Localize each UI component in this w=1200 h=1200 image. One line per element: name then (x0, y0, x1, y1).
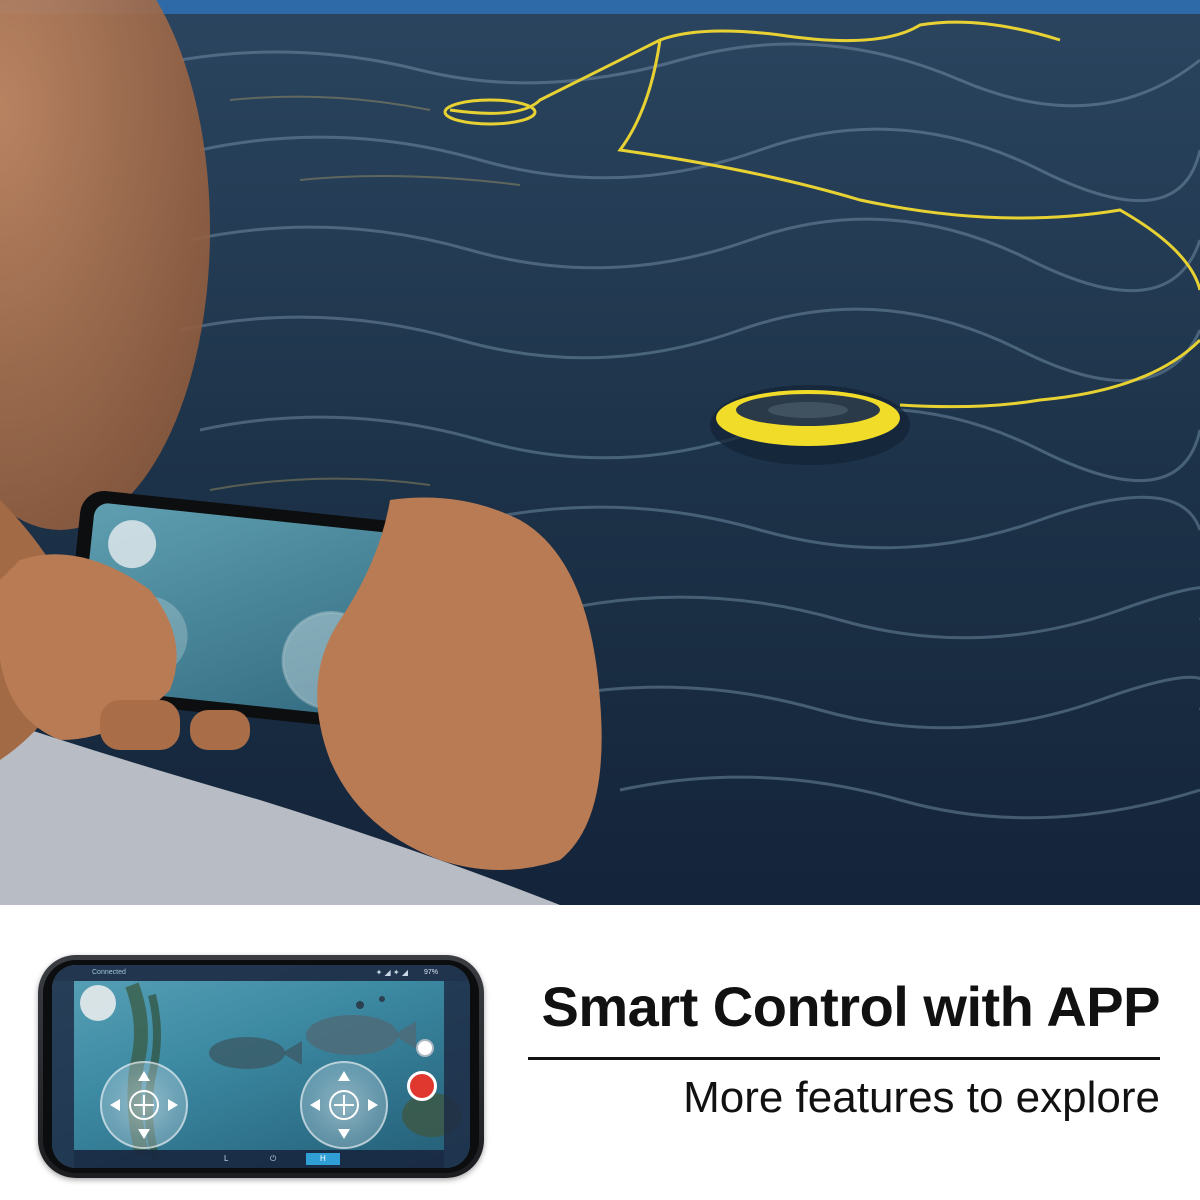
signal-icons: ✦ ◢ ✦ ◢ (375, 968, 408, 977)
app-screen: Connected ✦ ◢ ✦ ◢ 97% L ⏻ H (52, 965, 470, 1168)
hero-illustration (0, 0, 1200, 905)
product-banner: Connected ✦ ◢ ✦ ◢ 97% L ⏻ H Smart Contro… (0, 0, 1200, 1200)
battery-level: 97% (423, 969, 438, 976)
high-speed-mode[interactable]: H (306, 1153, 340, 1165)
photo-capture-button[interactable] (416, 1039, 434, 1057)
app-status-bar: Connected ✦ ◢ ✦ ◢ 97% (52, 965, 470, 981)
feature-section: Connected ✦ ◢ ✦ ◢ 97% L ⏻ H Smart Contro… (0, 905, 1200, 1200)
hero-photo (0, 0, 1200, 905)
connection-status: Connected (92, 969, 126, 976)
underwater-drone (710, 385, 910, 465)
record-button[interactable] (407, 1071, 437, 1101)
power-icon[interactable]: ⏻ (270, 1150, 276, 1168)
rotate-arrows-icon (310, 1071, 378, 1139)
move-arrows-icon (110, 1071, 178, 1139)
subheadline: More features to explore (683, 1073, 1160, 1122)
headline-divider (528, 1057, 1160, 1060)
camera-preview-thumbnail[interactable] (80, 985, 116, 1021)
right-toolbar (444, 981, 470, 1168)
left-toolbar (52, 981, 74, 1168)
app-bottom-bar: L ⏻ H (74, 1150, 444, 1168)
left-joystick[interactable] (100, 1061, 188, 1149)
headline: Smart Control with APP (541, 975, 1160, 1038)
app-phone-mockup: Connected ✦ ◢ ✦ ◢ 97% L ⏻ H (38, 955, 484, 1178)
low-speed-mode[interactable]: L (224, 1150, 228, 1168)
right-joystick[interactable] (300, 1061, 388, 1149)
